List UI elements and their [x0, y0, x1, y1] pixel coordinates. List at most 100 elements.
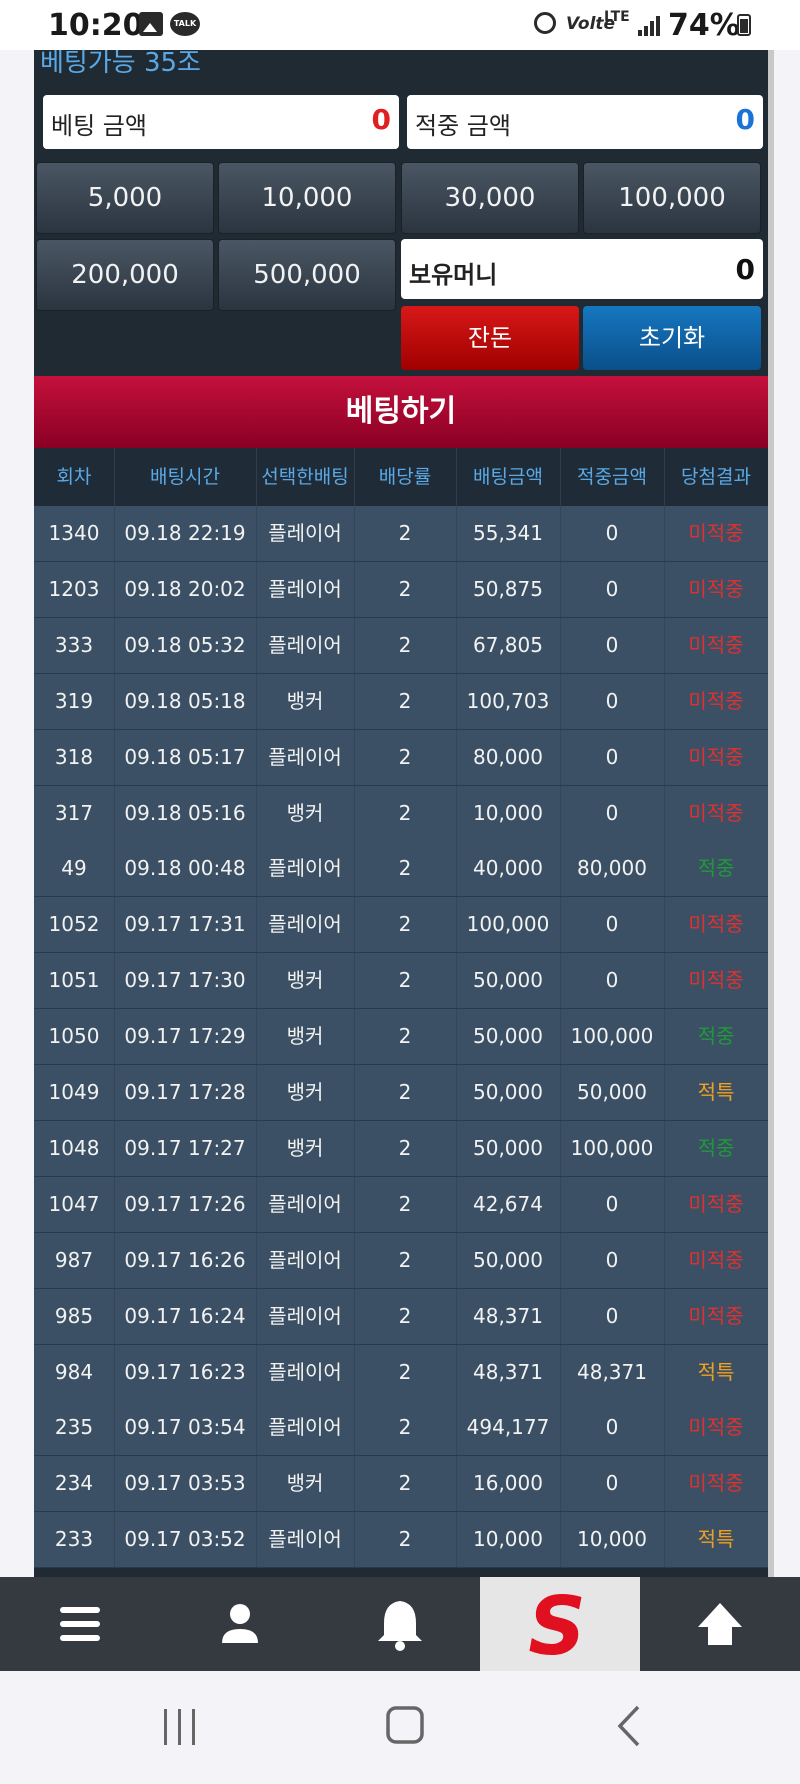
col-round: 987: [34, 1232, 115, 1288]
col-round: 333: [34, 617, 115, 673]
system-nav-bar: [0, 1671, 800, 1784]
col-win-amount: 0: [560, 953, 665, 1009]
table-row: 1052 09.17 17:31 플레이어 2 100,000 0 미적중: [34, 897, 768, 954]
col-round: 1051: [34, 953, 115, 1009]
col-result: 미적중: [664, 953, 768, 1008]
table-row: 1203 09.18 20:02 플레이어 2 50,875 0 미적중: [34, 561, 768, 618]
col-win-amount: 0: [560, 506, 665, 561]
col-win-amount: 0: [560, 1176, 665, 1232]
lte-icon: LTE: [604, 9, 630, 25]
header-col-selection: 선택한배팅: [256, 448, 355, 506]
col-odds: 2: [354, 1512, 457, 1568]
col-selection: 플레이어: [256, 897, 355, 953]
home-icon[interactable]: [375, 1701, 435, 1751]
col-win-amount: 50,000: [560, 1065, 665, 1120]
col-result: 미적중: [664, 1177, 768, 1232]
col-time: 09.18 20:02: [114, 561, 257, 617]
col-result: 적특: [664, 1065, 768, 1120]
col-round: 234: [34, 1456, 115, 1512]
col-win-amount: 0: [560, 1232, 665, 1288]
col-result: 미적중: [664, 1456, 768, 1511]
col-selection: 플레이어: [256, 1344, 355, 1400]
header-col-bet-amount: 배팅금액: [456, 448, 561, 506]
col-odds: 2: [354, 561, 457, 617]
col-bet-amount: 42,674: [456, 1176, 561, 1232]
win-amount-value: 0: [735, 103, 755, 136]
change-button[interactable]: 잔돈: [401, 306, 579, 370]
alarm-icon: [534, 12, 556, 34]
col-result: 미적중: [664, 1400, 768, 1455]
place-bet-button[interactable]: 베팅하기: [34, 376, 768, 448]
col-win-amount: 0: [560, 1456, 665, 1512]
reset-button[interactable]: 초기화: [583, 306, 761, 370]
col-bet-amount: 48,371: [456, 1288, 561, 1344]
back-icon[interactable]: [600, 1701, 660, 1751]
chip-30000-button[interactable]: 30,000: [401, 162, 579, 234]
col-time: 09.17 16:26: [114, 1232, 257, 1288]
col-selection: 플레이어: [256, 1176, 355, 1232]
col-round: 985: [34, 1288, 115, 1344]
col-odds: 2: [354, 1176, 457, 1232]
col-selection: 뱅커: [256, 1065, 355, 1120]
col-win-amount: 0: [560, 561, 665, 617]
scrollbar[interactable]: [768, 50, 774, 1577]
table-row: 1048 09.17 17:27 뱅커 2 50,000 100,000 적중: [34, 1120, 768, 1177]
chip-200000-button[interactable]: 200,000: [36, 239, 214, 311]
chip-5000-button[interactable]: 5,000: [36, 162, 214, 234]
profile-button[interactable]: [160, 1577, 320, 1671]
col-odds: 2: [354, 1344, 457, 1400]
menu-button[interactable]: [0, 1577, 160, 1671]
col-selection: 뱅커: [256, 1009, 355, 1065]
scroll-top-button[interactable]: [640, 1577, 800, 1671]
col-bet-amount: 80,000: [456, 729, 561, 785]
col-result: 미적중: [664, 1233, 768, 1288]
col-bet-amount: 100,703: [456, 673, 561, 729]
notifications-button[interactable]: [320, 1577, 480, 1671]
col-selection: 뱅커: [256, 953, 355, 1009]
header-col-result: 당첨결과: [664, 448, 768, 506]
col-result: 적중: [664, 1009, 768, 1064]
betting-available-label: 베팅가능 35조: [40, 50, 201, 78]
col-round: 1052: [34, 897, 115, 953]
user-icon: [222, 1604, 258, 1643]
col-round: 49: [34, 841, 115, 897]
col-win-amount: 0: [560, 617, 665, 673]
col-round: 318: [34, 729, 115, 785]
col-odds: 2: [354, 1232, 457, 1288]
col-round: 1048: [34, 1120, 115, 1176]
table-row: 234 09.17 03:53 뱅커 2 16,000 0 미적중: [34, 1456, 768, 1513]
col-selection: 플레이어: [256, 1232, 355, 1288]
chip-500000-button[interactable]: 500,000: [218, 239, 396, 311]
chip-10000-button[interactable]: 10,000: [218, 162, 396, 234]
header-col-round: 회차: [34, 448, 115, 506]
col-time: 09.18 00:48: [114, 841, 257, 897]
col-round: 233: [34, 1512, 115, 1568]
col-time: 09.17 03:52: [114, 1512, 257, 1568]
site-logo[interactable]: S: [480, 1577, 640, 1671]
col-round: 1340: [34, 506, 115, 561]
col-selection: 플레이어: [256, 617, 355, 673]
col-odds: 2: [354, 1065, 457, 1120]
chip-100000-button[interactable]: 100,000: [583, 162, 761, 234]
status-bar: 10:20 TALK Volte LTE 74%: [0, 0, 800, 50]
col-result: 적특: [664, 1512, 768, 1567]
arrow-up-icon: [698, 1603, 742, 1645]
recent-apps-icon[interactable]: [150, 1701, 210, 1751]
col-bet-amount: 50,000: [456, 953, 561, 1009]
col-time: 09.17 17:30: [114, 953, 257, 1009]
holding-money-field: 보유머니 0: [401, 239, 763, 299]
col-bet-amount: 100,000: [456, 897, 561, 953]
col-odds: 2: [354, 506, 457, 561]
col-result: 적중: [664, 841, 768, 896]
table-row: 987 09.17 16:26 플레이어 2 50,000 0 미적중: [34, 1232, 768, 1289]
col-selection: 뱅커: [256, 673, 355, 729]
col-selection: 뱅커: [256, 1120, 355, 1176]
col-bet-amount: 55,341: [456, 506, 561, 561]
table-row: 317 09.18 05:16 뱅커 2 10,000 0 미적중: [34, 785, 768, 842]
bell-icon: [378, 1601, 422, 1651]
table-row: 49 09.18 00:48 플레이어 2 40,000 80,000 적중: [34, 841, 768, 898]
gallery-icon: [139, 12, 163, 36]
table-row: 235 09.17 03:54 플레이어 2 494,177 0 미적중: [34, 1400, 768, 1457]
col-odds: 2: [354, 841, 457, 897]
signal-icon: [638, 16, 660, 36]
